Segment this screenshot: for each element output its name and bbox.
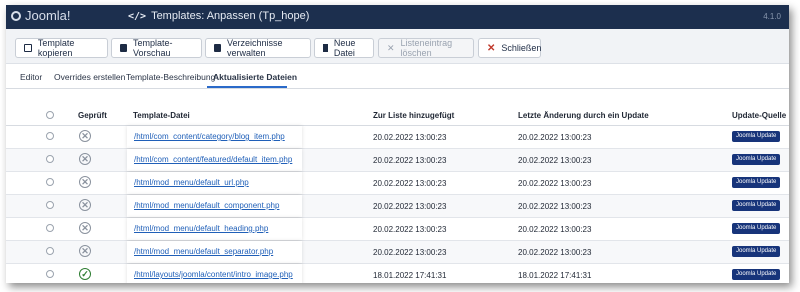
tab-bar: Editor Overrides erstellen Template-Besc… xyxy=(6,66,789,89)
new-file-label: Neue Datei xyxy=(333,38,356,58)
table-row: ✕ /html/mod_menu/default_separator.php 2… xyxy=(6,241,789,264)
manage-folders-label: Verzeichnisse verwalten xyxy=(226,38,283,58)
unchecked-status-icon[interactable]: ✕ xyxy=(79,130,91,142)
new-file-button[interactable]: Neue Datei xyxy=(314,38,374,58)
logo-text: Joomla! xyxy=(25,8,71,23)
added-date: 20.02.2022 13:00:23 xyxy=(373,202,447,211)
modified-date: 20.02.2022 13:00:23 xyxy=(518,225,592,234)
file-cell: /html/layouts/joomla/content/intro_image… xyxy=(127,264,302,283)
update-source-badge: Joomla Update xyxy=(732,269,781,280)
modified-date: 20.02.2022 13:00:23 xyxy=(518,133,592,142)
joomla-logo-icon xyxy=(11,10,21,21)
template-preview-label: Template-Vorschau xyxy=(133,38,173,58)
manage-folders-button[interactable]: Verzeichnisse verwalten xyxy=(205,38,311,58)
file-link[interactable]: /html/com_content/featured/default_item.… xyxy=(134,155,292,164)
added-date: 20.02.2022 13:00:23 xyxy=(373,225,447,234)
update-source-badge: Joomla Update xyxy=(732,200,781,211)
file-cell: /html/mod_menu/default_component.php xyxy=(127,195,302,217)
checked-status-icon[interactable]: ✓ xyxy=(79,268,91,280)
row-checkbox[interactable] xyxy=(46,270,54,278)
column-added[interactable]: Zur Liste hinzugefügt xyxy=(373,111,454,120)
modified-date: 18.01.2022 17:41:31 xyxy=(518,271,592,280)
close-label: Schließen xyxy=(501,43,542,53)
added-date: 20.02.2022 13:00:23 xyxy=(373,248,447,257)
tab-template-description[interactable]: Template-Beschreibung xyxy=(126,72,215,82)
file-link[interactable]: /html/layouts/joomla/content/intro_image… xyxy=(134,270,293,279)
file-link[interactable]: /html/mod_menu/default_url.php xyxy=(134,178,249,187)
table-row: ✓ /html/layouts/joomla/content/intro_ima… xyxy=(6,264,789,283)
added-date: 20.02.2022 13:00:23 xyxy=(373,179,447,188)
table-row: ✕ /html/mod_menu/default_url.php 20.02.2… xyxy=(6,172,789,195)
row-checkbox[interactable] xyxy=(46,247,54,255)
row-checkbox[interactable] xyxy=(46,155,54,163)
column-checked[interactable]: Geprüft xyxy=(78,111,107,120)
column-update-source[interactable]: Update-Quelle xyxy=(732,111,786,120)
folder-icon xyxy=(214,44,221,52)
version-label: 4.1.0 xyxy=(763,12,781,21)
unchecked-status-icon[interactable]: ✕ xyxy=(79,222,91,234)
header-bar: Joomla! </> Templates: Anpassen (Tp_hope… xyxy=(6,5,789,29)
page-title-text: Templates: Anpassen (Tp_hope) xyxy=(151,10,310,22)
unchecked-status-icon[interactable]: ✕ xyxy=(79,199,91,211)
delete-list-entry-button[interactable]: ✕ Listeneintrag löschen xyxy=(378,38,474,58)
image-icon xyxy=(120,44,127,52)
added-date: 18.01.2022 17:41:31 xyxy=(373,271,447,280)
tab-create-overrides[interactable]: Overrides erstellen xyxy=(54,72,125,82)
modified-date: 20.02.2022 13:00:23 xyxy=(518,248,592,257)
unchecked-status-icon[interactable]: ✕ xyxy=(79,176,91,188)
modified-date: 20.02.2022 13:00:23 xyxy=(518,202,592,211)
file-link[interactable]: /html/mod_menu/default_separator.php xyxy=(134,247,273,256)
close-icon: ✕ xyxy=(487,42,496,54)
row-checkbox[interactable] xyxy=(46,178,54,186)
row-checkbox[interactable] xyxy=(46,201,54,209)
select-all-checkbox[interactable] xyxy=(46,111,54,119)
template-preview-button[interactable]: Template-Vorschau xyxy=(111,38,202,58)
template-editor-window: Joomla! </> Templates: Anpassen (Tp_hope… xyxy=(6,5,789,283)
file-cell: /html/mod_menu/default_url.php xyxy=(127,172,302,194)
joomla-logo[interactable]: Joomla! xyxy=(11,8,71,23)
active-tab-indicator xyxy=(207,86,287,88)
file-cell: /html/com_content/featured/default_item.… xyxy=(127,149,302,171)
code-icon: </> xyxy=(128,10,147,22)
file-cell: /html/mod_menu/default_separator.php xyxy=(127,241,302,263)
table-row: ✕ /html/mod_menu/default_heading.php 20.… xyxy=(6,218,789,241)
added-date: 20.02.2022 13:00:23 xyxy=(373,133,447,142)
file-link[interactable]: /html/com_content/category/blog_item.php xyxy=(134,132,285,141)
update-source-badge: Joomla Update xyxy=(732,177,781,188)
file-link[interactable]: /html/mod_menu/default_heading.php xyxy=(134,224,268,233)
modified-date: 20.02.2022 13:00:23 xyxy=(518,179,592,188)
delete-list-entry-label: Listeneintrag löschen xyxy=(400,38,453,58)
table-header: Geprüft Template-Datei Zur Liste hinzuge… xyxy=(6,105,789,126)
added-date: 20.02.2022 13:00:23 xyxy=(373,156,447,165)
column-modified[interactable]: Letzte Änderung durch ein Update xyxy=(518,111,649,120)
column-template-file[interactable]: Template-Datei xyxy=(133,111,190,120)
table-row: ✕ /html/com_content/category/blog_item.p… xyxy=(6,126,789,149)
unchecked-status-icon[interactable]: ✕ xyxy=(79,245,91,257)
tab-updated-files[interactable]: Aktualisierte Dateien xyxy=(213,72,297,82)
close-button[interactable]: ✕ Schließen xyxy=(478,38,541,58)
toolbar: Template kopieren Template-Vorschau Verz… xyxy=(6,29,789,64)
page-title: </> Templates: Anpassen (Tp_hope) xyxy=(128,10,309,22)
copy-template-button[interactable]: Template kopieren xyxy=(15,38,108,58)
times-icon: ✕ xyxy=(387,43,395,53)
update-source-badge: Joomla Update xyxy=(732,246,781,257)
copy-icon xyxy=(24,44,32,52)
tab-editor[interactable]: Editor xyxy=(20,72,42,82)
file-icon xyxy=(323,44,328,52)
table-row: ✕ /html/com_content/featured/default_ite… xyxy=(6,149,789,172)
row-checkbox[interactable] xyxy=(46,224,54,232)
table-row: ✕ /html/mod_menu/default_component.php 2… xyxy=(6,195,789,218)
update-source-badge: Joomla Update xyxy=(732,154,781,165)
update-source-badge: Joomla Update xyxy=(732,223,781,234)
file-cell: /html/com_content/category/blog_item.php xyxy=(127,126,302,148)
unchecked-status-icon[interactable]: ✕ xyxy=(79,153,91,165)
file-link[interactable]: /html/mod_menu/default_component.php xyxy=(134,201,279,210)
modified-date: 20.02.2022 13:00:23 xyxy=(518,156,592,165)
copy-template-label: Template kopieren xyxy=(37,38,75,58)
row-checkbox[interactable] xyxy=(46,132,54,140)
update-source-badge: Joomla Update xyxy=(732,131,781,142)
file-cell: /html/mod_menu/default_heading.php xyxy=(127,218,302,240)
